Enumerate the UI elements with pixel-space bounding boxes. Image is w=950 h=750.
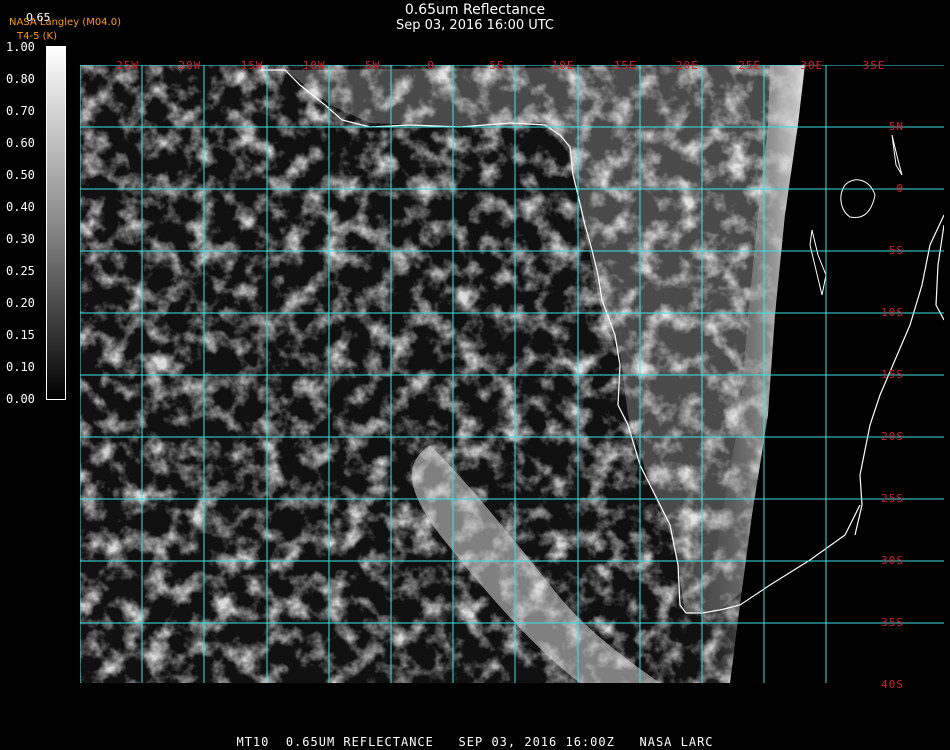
colorbar-tick-label: 1.00 [6,40,35,54]
colorbar-tick-label: 0.10 [6,360,35,374]
footer-caption: MT10 0.65UM REFLECTANCE SEP 03, 2016 16:… [236,735,714,749]
latitude-label: 10S [881,306,904,319]
colorbar-tick-label: 0.60 [6,136,35,150]
colorbar-tick-label: 0.25 [6,264,35,278]
latitude-label: 35S [881,616,904,629]
colorbar-gradient [47,47,65,399]
latitude-label: 5S [888,244,904,257]
colorbar-tick-label: 0.30 [6,232,35,246]
latitude-label: 20S [881,430,904,443]
colorbar-tick-label: 0.40 [6,200,35,214]
colorbar-tick-label: 0.80 [6,72,35,86]
latitude-label: 40S [881,678,904,691]
colorbar-tick-label: 0.70 [6,104,35,118]
colorbar [46,46,66,400]
map-frame: 25W 20W 15W 10W 5W 0 5E 10E 15E 20E 25E 30E 35E 5N 0 5… [80,59,944,691]
colorbar-tick-label: 0.20 [6,296,35,310]
latitude-label: 15S [881,368,904,381]
latitude-label: 25S [881,492,904,505]
latitude-label: 5N [888,120,904,133]
colorbar-tick-label: 0.00 [6,392,35,406]
latitude-label: 0 [896,182,904,195]
colorbar-title: 0.65 [26,11,51,24]
datetime: Sep 03, 2016 16:00 UTC [395,18,555,33]
colorbar-tick-label: 0.50 [6,168,35,182]
latitude-labels: 5N 0 5S 10S 15S 20S 25S 30S 35S 40S [80,65,944,691]
title: 0.65um Reflectance [404,2,546,18]
latitude-label: 30S [881,554,904,567]
colorbar-tick-label: 0.15 [6,328,35,342]
